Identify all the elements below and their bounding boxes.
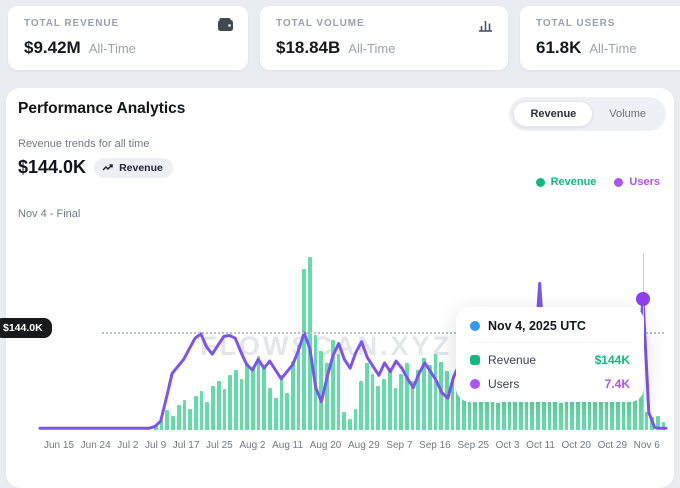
tooltip-revenue-dot-icon (470, 355, 480, 365)
panel-subtitle: Revenue trends for all time (18, 138, 149, 150)
chart-plot: Nov 4, 2025 UTC Revenue $144K Users 7.4K (40, 247, 666, 430)
stat-card-total-users: TOTAL USERS 61.8K All-Time (520, 6, 680, 70)
performance-analytics-panel: Performance Analytics Revenue Volume Rev… (6, 88, 674, 488)
chart-legend: Revenue Users (536, 176, 660, 188)
stat-cards-row: TOTAL REVENUE $9.42M All-Time TOTAL VOLU… (8, 6, 680, 70)
tooltip-users-row: Users 7.4K (470, 377, 630, 391)
revenue-volume-toggle: Revenue Volume (509, 97, 666, 131)
headline-value: $144.0K (18, 157, 86, 178)
stat-card-total-revenue: TOTAL REVENUE $9.42M All-Time (8, 6, 248, 70)
period-label: Nov 4 - Final (18, 208, 80, 220)
bar-chart-icon (478, 18, 494, 32)
tooltip-users-value: 7.4K (605, 377, 630, 391)
x-axis-label: Aug 20 (310, 440, 342, 451)
page-title: Performance Analytics (18, 100, 185, 118)
tooltip-date-row: Nov 4, 2025 UTC (470, 319, 630, 343)
tooltip-date: Nov 4, 2025 UTC (488, 319, 586, 333)
x-axis-label: Oct 3 (496, 440, 520, 451)
x-axis-label: Sep 16 (419, 440, 451, 451)
x-axis-label: Jul 25 (206, 440, 233, 451)
x-axis-label: Jul 17 (173, 440, 200, 451)
tooltip-revenue-label: Revenue (488, 353, 536, 367)
stat-card-value: $18.84B (276, 38, 340, 58)
x-axis-label: Aug 29 (348, 440, 380, 451)
reference-value-badge: $144.0K (0, 318, 52, 338)
tooltip-date-dot-icon (470, 321, 480, 331)
x-axis-label: Oct 20 (562, 440, 591, 451)
stat-card-value: $9.42M (24, 38, 81, 58)
x-axis-label: Oct 29 (598, 440, 627, 451)
x-axis-label: Jun 24 (81, 440, 111, 451)
stat-card-period: All-Time (348, 41, 395, 56)
x-axis-label: Aug 2 (239, 440, 265, 451)
tooltip-revenue-value: $144K (595, 353, 630, 367)
x-axis-label: Sep 7 (386, 440, 412, 451)
wallet-icon (218, 18, 234, 32)
legend-users-dot-icon (614, 178, 623, 187)
tooltip-users-dot-icon (470, 379, 480, 389)
legend-revenue-label: Revenue (551, 176, 597, 188)
legend-item-users: Users (614, 176, 660, 188)
highlight-point-dot (636, 292, 650, 306)
stat-card-value: 61.8K (536, 38, 581, 58)
legend-item-revenue: Revenue (536, 176, 597, 188)
x-axis-label: Nov 6 (634, 440, 660, 451)
x-axis-label: Jun 15 (44, 440, 74, 451)
legend-users-label: Users (629, 176, 660, 188)
stat-card-period: All-Time (589, 41, 636, 56)
x-axis-label: Aug 11 (272, 440, 303, 451)
stat-card-total-volume: TOTAL VOLUME $18.84B All-Time (260, 6, 508, 70)
x-axis-label: Sep 25 (457, 440, 489, 451)
trend-up-icon (102, 163, 114, 172)
stat-card-label: TOTAL REVENUE (24, 18, 234, 29)
stat-card-period: All-Time (89, 41, 136, 56)
chart-tooltip: Nov 4, 2025 UTC Revenue $144K Users 7.4K (456, 307, 644, 402)
stat-card-label: TOTAL VOLUME (276, 18, 494, 29)
legend-revenue-dot-icon (536, 178, 545, 187)
x-axis-label: Jul 9 (145, 440, 166, 451)
tooltip-users-label: Users (488, 377, 519, 391)
stat-card-label: TOTAL USERS (536, 18, 680, 29)
x-axis-label: Jul 2 (117, 440, 138, 451)
x-axis-label: Oct 11 (526, 440, 555, 451)
headline: $144.0K Revenue (18, 157, 173, 178)
toggle-option-volume[interactable]: Volume (593, 102, 662, 126)
chart-area[interactable]: FLOWSCAN.XYZ Nov 4, 2025 UTC Revenue $14… (14, 243, 668, 435)
headline-revenue-badge: Revenue (94, 158, 173, 178)
tooltip-revenue-row: Revenue $144K (470, 353, 630, 367)
x-axis-labels: Jun 15 Jun 24 Jul 2 Jul 9 Jul 17 Jul 25 Aug 2 A… (44, 440, 660, 451)
toggle-option-revenue[interactable]: Revenue (513, 101, 593, 127)
headline-badge-label: Revenue (119, 162, 163, 174)
